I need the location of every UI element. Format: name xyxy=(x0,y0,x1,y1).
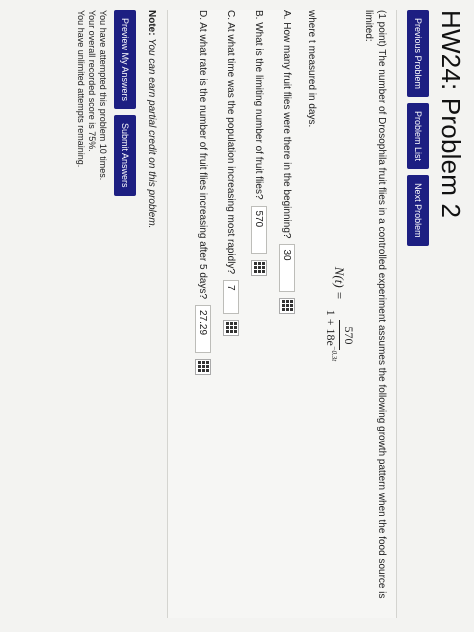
answer-b-input[interactable]: 570 xyxy=(251,205,267,254)
formula-den-base: 1 + 18e xyxy=(324,309,338,346)
formula-lhs: N(t) = xyxy=(332,266,348,300)
equation-editor-icon[interactable] xyxy=(195,359,211,376)
formula-den-exponent: −0.3t xyxy=(330,345,338,362)
answer-d-input[interactable]: 27.29 xyxy=(195,305,211,354)
note-text: You can earn partial credit on this prob… xyxy=(146,38,157,229)
note-label: Note: xyxy=(146,10,157,36)
equation-editor-icon[interactable] xyxy=(251,259,267,276)
attempt-status: You have attempted this problem 10 times… xyxy=(75,10,108,618)
page-title: HW24: Problem 2 xyxy=(436,10,466,219)
partial-credit-note: Note: You can earn partial credit on thi… xyxy=(146,10,157,618)
submit-answers-button[interactable]: Submit Answers xyxy=(114,115,136,196)
problem-nav: Previous Problem Problem List Next Probl… xyxy=(407,10,429,618)
answer-a-input[interactable]: 30 xyxy=(279,244,295,293)
rotated-page: HW24: Problem 2 Previous Problem Problem… xyxy=(0,0,474,632)
question-d-label: D. At what rate is the number of fruit f… xyxy=(197,10,209,300)
where-text: where t measured in days. xyxy=(306,10,317,128)
score-text: Your overall recorded score is 75%. xyxy=(87,10,97,152)
answer-actions: Preview My Answers Submit Answers xyxy=(114,10,136,618)
attempts-text: You have attempted this problem 10 times… xyxy=(98,10,108,181)
growth-formula: N(t) = 570 1 + 18e−0.3t xyxy=(323,10,356,618)
question-b: B. What is the limiting number of fruit … xyxy=(250,10,268,618)
question-d: D. At what rate is the number of fruit f… xyxy=(194,10,212,618)
question-b-label: B. What is the limiting number of fruit … xyxy=(253,10,265,200)
problem-list-button[interactable]: Problem List xyxy=(407,103,429,170)
problem-panel: (1 point) The number of Drosophila fruit… xyxy=(167,10,397,618)
remaining-text: You have unlimited attempts remaining. xyxy=(76,10,86,168)
formula-numerator: 570 xyxy=(339,320,356,351)
question-a: A. How many fruit flies were there in th… xyxy=(278,10,296,618)
formula-fraction: 570 1 + 18e−0.3t xyxy=(323,310,356,362)
previous-problem-button[interactable]: Previous Problem xyxy=(407,10,429,98)
preview-answers-button[interactable]: Preview My Answers xyxy=(114,10,136,110)
question-c-label: C. At what time was the population incre… xyxy=(225,10,237,275)
question-c: C. At what time was the population incre… xyxy=(222,10,240,618)
question-a-label: A. How many fruit flies were there in th… xyxy=(281,10,293,239)
formula-denominator: 1 + 18e−0.3t xyxy=(323,310,339,362)
equation-editor-icon[interactable] xyxy=(279,298,295,315)
problem-intro: (1 point) The number of Drosophila fruit… xyxy=(363,10,387,599)
next-problem-button[interactable]: Next Problem xyxy=(407,175,429,246)
answer-c-input[interactable]: 7 xyxy=(223,280,239,315)
equation-editor-icon[interactable] xyxy=(223,320,239,337)
